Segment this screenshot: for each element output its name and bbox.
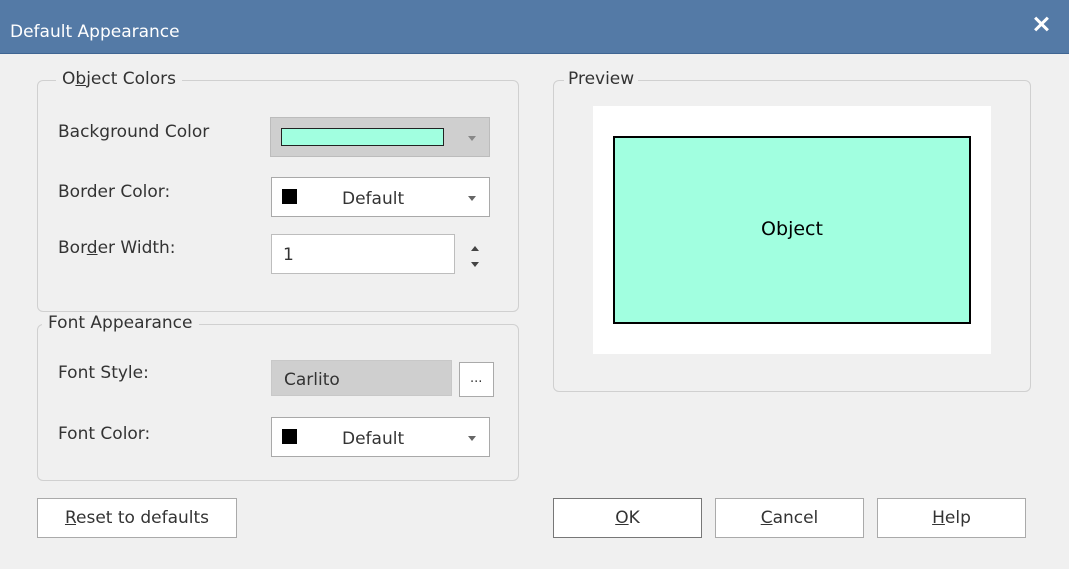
spin-down-icon[interactable] — [471, 262, 479, 267]
preview-canvas: Object — [593, 106, 991, 354]
border-color-dropdown[interactable]: Default — [271, 177, 490, 217]
dropdown-arrow-icon — [468, 196, 476, 201]
font-appearance-group: Font Appearance — [37, 313, 519, 481]
dropdown-arrow-icon — [468, 136, 476, 141]
title-bar: Default Appearance — [0, 0, 1069, 54]
cancel-button[interactable]: Cancel — [715, 498, 864, 538]
object-colors-legend: Object Colors — [56, 69, 183, 89]
border-width-value: 1 — [283, 245, 294, 265]
background-color-dropdown[interactable] — [270, 117, 490, 157]
font-color-value: Default — [342, 429, 405, 449]
font-style-value: Carlito — [284, 370, 340, 390]
font-appearance-legend: Font Appearance — [42, 313, 199, 333]
border-width-label: Border Width: — [58, 238, 176, 258]
reset-to-defaults-button[interactable]: Reset to defaults — [37, 498, 237, 538]
font-color-dropdown[interactable]: Default — [271, 417, 490, 457]
font-color-swatch — [282, 429, 297, 444]
spin-up-icon[interactable] — [471, 246, 479, 251]
font-browse-button[interactable]: ... — [459, 362, 494, 397]
help-button[interactable]: Help — [877, 498, 1026, 538]
preview-object-label: Object — [761, 218, 823, 240]
border-color-label: Border Color: — [58, 182, 171, 202]
background-color-label: Background Color — [58, 122, 210, 142]
border-width-input[interactable]: 1 — [271, 234, 455, 274]
dropdown-arrow-icon — [468, 436, 476, 441]
font-style-field: Carlito — [271, 360, 452, 396]
border-color-swatch — [282, 189, 297, 204]
preview-legend: Preview — [564, 69, 639, 89]
border-color-value: Default — [342, 189, 405, 209]
ok-button[interactable]: OK — [553, 498, 702, 538]
close-icon[interactable] — [1029, 12, 1053, 36]
background-color-swatch — [281, 128, 444, 146]
font-style-label: Font Style: — [58, 363, 149, 383]
window-title: Default Appearance — [10, 22, 180, 42]
font-color-label: Font Color: — [58, 424, 151, 444]
preview-object: Object — [613, 136, 971, 324]
